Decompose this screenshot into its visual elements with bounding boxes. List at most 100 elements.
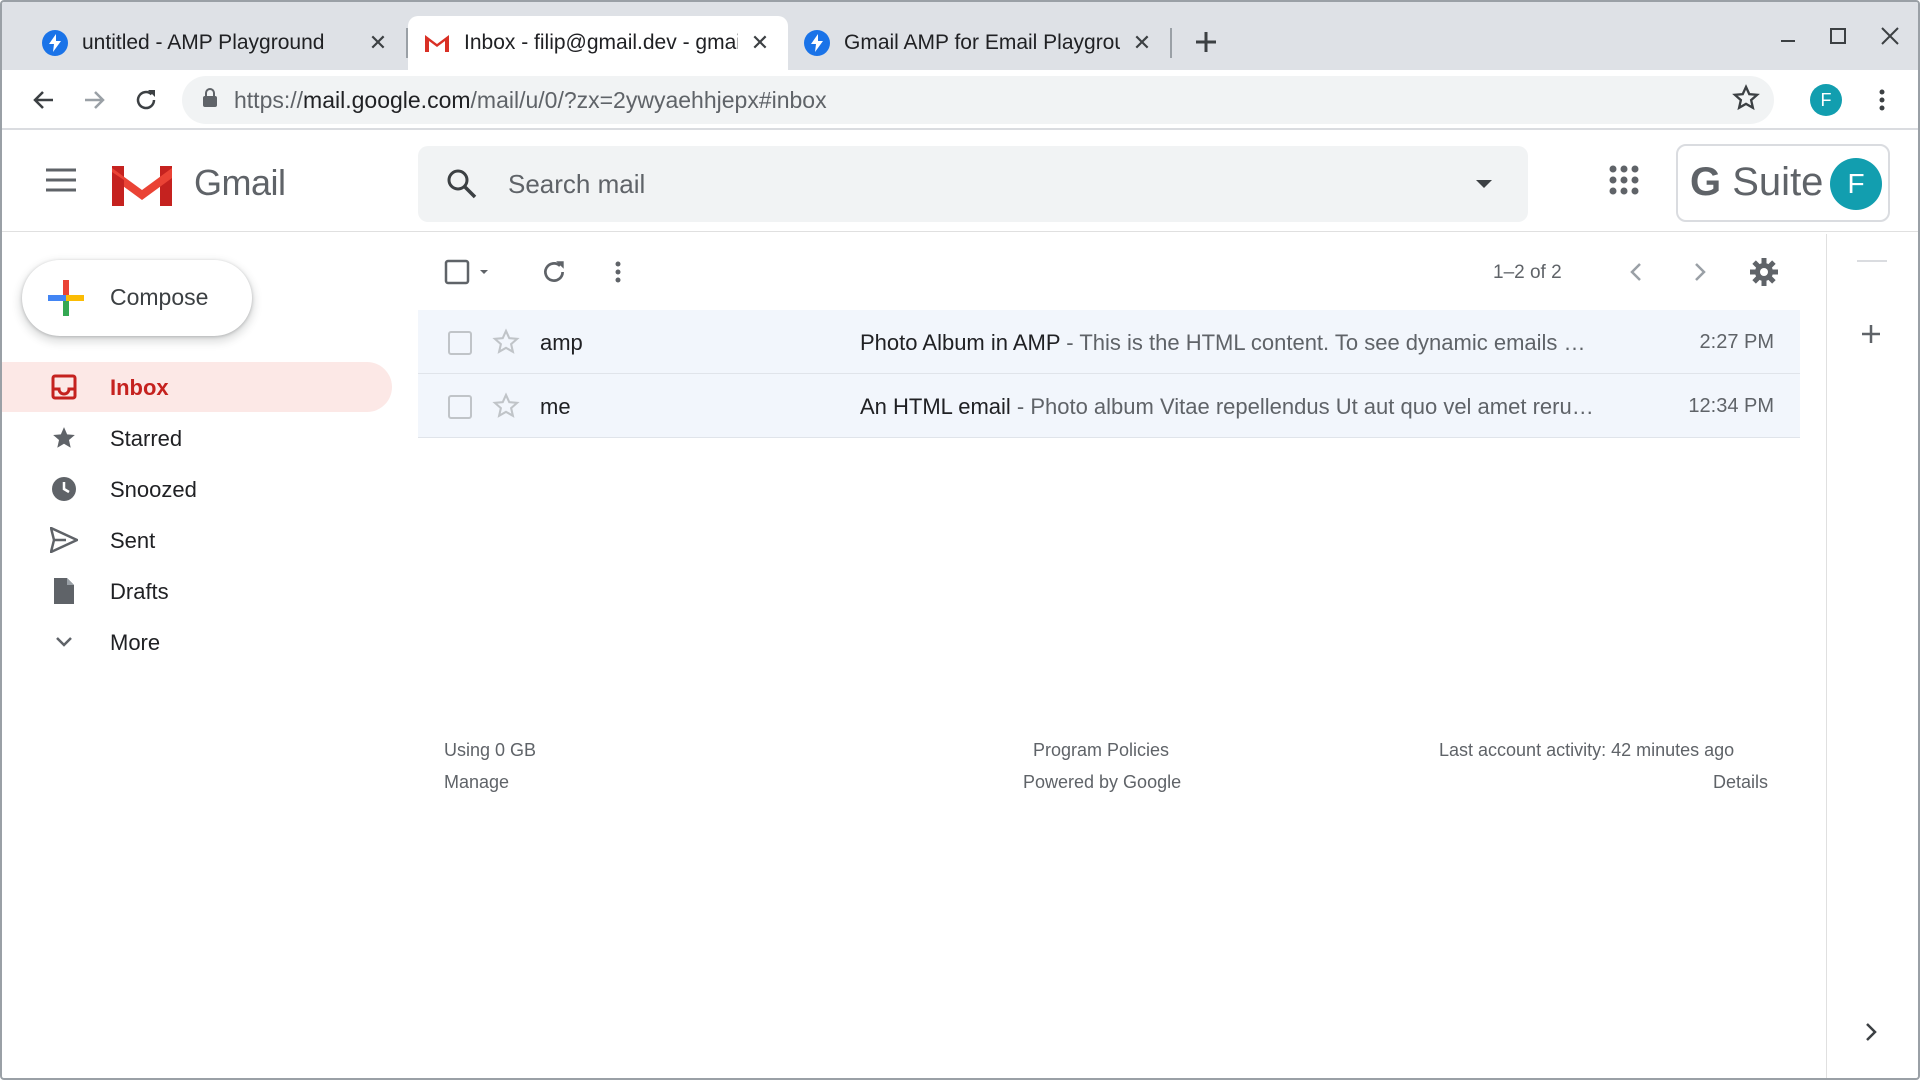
manage-storage-link[interactable]: Manage [444, 772, 509, 793]
email-subject-line: An HTML email - Photo album Vitae repell… [860, 394, 1610, 420]
gmail-header: Gmail G Suite F [2, 132, 1918, 232]
sidebar-item-drafts[interactable]: Drafts [2, 566, 392, 616]
newer-chevron-right-icon[interactable] [1682, 254, 1718, 290]
more-options-icon[interactable] [600, 254, 636, 290]
sidebar-item-label: Snoozed [110, 477, 197, 502]
send-icon [50, 526, 78, 554]
avatar[interactable]: F [1830, 158, 1882, 210]
email-sender: me [540, 394, 571, 419]
row-checkbox[interactable] [448, 395, 472, 419]
maximize-icon[interactable] [1818, 16, 1858, 56]
reload-icon[interactable] [126, 80, 166, 120]
forward-icon[interactable] [74, 80, 114, 120]
list-toolbar: 1–2 of 2 [418, 242, 1800, 302]
compose-plus-icon [44, 276, 88, 325]
url-path: /mail/u/0/?zx=2ywyaehhjepx#inbox [470, 86, 827, 113]
google-apps-icon[interactable] [1608, 164, 1644, 200]
email-subject-line: Photo Album in AMP - This is the HTML co… [860, 330, 1610, 356]
row-checkbox[interactable] [448, 331, 472, 355]
sidebar-item-label: More [110, 630, 161, 655]
search-bar [418, 146, 1528, 222]
sidebar-item-more[interactable]: More [2, 617, 392, 667]
back-icon[interactable] [24, 80, 64, 120]
email-snippet: - Photo album Vitae repellendus Ut aut q… [1010, 394, 1594, 419]
close-tab-icon[interactable]: ✕ [748, 30, 772, 55]
tab-gmail-inbox[interactable]: Inbox - filip@gmail.dev - gmail ✕ [408, 16, 788, 70]
activity-details-link[interactable]: Details [1713, 772, 1768, 793]
search-icon[interactable] [444, 166, 480, 207]
star-icon [50, 424, 78, 452]
bookmark-star-icon[interactable] [1732, 84, 1760, 118]
browser-toolbar: https://mail.google.com/mail/u/0/?zx=2yw… [2, 70, 1918, 130]
pagination-count: 1–2 of 2 [1493, 262, 1562, 283]
tab-separator [1170, 28, 1172, 58]
program-policies-link[interactable]: Program Policies [1033, 740, 1169, 761]
gsuite-logo: G Suite [1690, 160, 1823, 205]
compose-button[interactable]: Compose [22, 260, 252, 336]
sidebar-item-sent[interactable]: Sent [2, 515, 392, 565]
lock-icon [202, 87, 218, 114]
email-time: 2:27 PM [1699, 331, 1774, 353]
sidebar-item-label: Inbox [110, 375, 169, 400]
url-text: https://mail.google.com/mail/u/0/?zx=2yw… [234, 87, 827, 114]
minimize-icon[interactable] [1768, 16, 1808, 56]
email-sender: amp [540, 330, 583, 355]
gmail-logo-text: Gmail [194, 162, 286, 203]
address-bar[interactable]: https://mail.google.com/mail/u/0/?zx=2yw… [182, 76, 1774, 124]
browser-menu-icon[interactable] [1864, 82, 1900, 118]
new-tab-button[interactable] [1188, 24, 1224, 60]
star-icon[interactable] [492, 328, 520, 362]
close-window-icon[interactable] [1870, 16, 1910, 56]
gmail-logo-icon[interactable] [110, 160, 174, 213]
gsuite-g: G [1690, 160, 1722, 204]
amp-bolt-icon [42, 30, 68, 56]
chevron-down-icon [50, 628, 78, 656]
email-snippet: - This is the HTML content. To see dynam… [1060, 330, 1586, 355]
tab-title: Inbox - filip@gmail.dev - gmail [464, 31, 738, 54]
search-options-icon[interactable] [1474, 170, 1494, 203]
side-panel-divider [1857, 260, 1887, 262]
side-panel [1826, 234, 1918, 1078]
tab-amp-playground[interactable]: untitled - AMP Playground ✕ [26, 16, 406, 70]
tab-strip: untitled - AMP Playground ✕ Inbox - fili… [2, 2, 1918, 70]
browser-window: untitled - AMP Playground ✕ Inbox - fili… [0, 0, 1920, 1080]
refresh-icon[interactable] [536, 254, 572, 290]
get-addons-plus-icon[interactable] [1853, 316, 1889, 352]
sidebar-item-label: Starred [110, 426, 183, 451]
tab-title: Gmail AMP for Email Playground [844, 31, 1120, 54]
settings-gear-icon[interactable] [1746, 254, 1782, 290]
sidebar-item-label: Sent [110, 528, 156, 553]
close-tab-icon[interactable]: ✕ [1130, 30, 1154, 55]
inbox-icon [50, 373, 78, 401]
star-icon[interactable] [492, 392, 520, 426]
sidebar-item-label: Drafts [110, 579, 169, 604]
show-side-panel-chevron-icon[interactable] [1853, 1014, 1889, 1050]
browser-profile-avatar[interactable]: F [1810, 84, 1842, 116]
search-input[interactable] [508, 164, 1408, 204]
sidebar-item-starred[interactable]: Starred [2, 413, 392, 463]
sidebar-item-inbox[interactable]: Inbox [2, 362, 392, 412]
last-account-activity: Last account activity: 42 minutes ago [1439, 740, 1735, 760]
tab-gmail-amp-playground[interactable]: Gmail AMP for Email Playground ✕ [788, 16, 1170, 70]
table-row[interactable]: amp Photo Album in AMP - This is the HTM… [418, 310, 1800, 374]
main-menu-icon[interactable] [44, 166, 80, 198]
clock-icon [50, 475, 78, 503]
gsuite-label: Suite [1732, 160, 1824, 204]
draft-icon [50, 577, 78, 605]
account-switcher[interactable]: G Suite F [1676, 144, 1890, 222]
email-list: amp Photo Album in AMP - This is the HTM… [418, 310, 1800, 438]
amp-bolt-icon [804, 30, 830, 56]
email-subject: Photo Album in AMP [860, 330, 1061, 355]
url-host: mail.google.com [303, 86, 471, 113]
tab-title: untitled - AMP Playground [82, 31, 325, 54]
powered-by-google: Powered by Google [1023, 772, 1182, 792]
older-chevron-left-icon[interactable] [1618, 254, 1654, 290]
select-all-checkbox[interactable] [440, 254, 500, 290]
sidebar-item-snoozed[interactable]: Snoozed [2, 464, 392, 514]
email-time: 12:34 PM [1688, 395, 1774, 417]
email-subject: An HTML email [860, 394, 1011, 419]
table-row[interactable]: me An HTML email - Photo album Vitae rep… [418, 374, 1800, 438]
gmail-icon [424, 30, 450, 56]
close-tab-icon[interactable]: ✕ [366, 30, 390, 55]
url-scheme: https:// [234, 86, 304, 113]
